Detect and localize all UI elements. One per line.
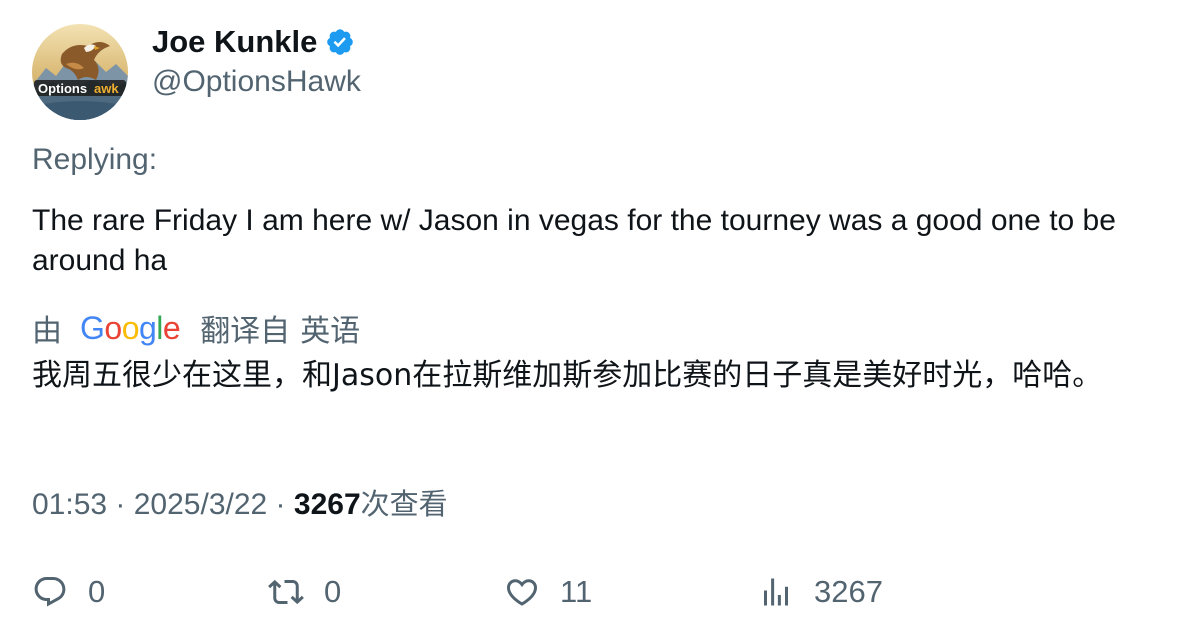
svg-text:Options: Options <box>38 81 87 96</box>
translated-text: 我周五很少在这里，和Jason在拉斯维加斯参加比赛的日子真是美好时光，哈哈。 <box>32 358 1103 393</box>
meta-separator: · <box>267 488 294 521</box>
svg-text:awk: awk <box>94 81 119 96</box>
source-language: 英语 <box>300 314 361 349</box>
action-bar: 0 0 11 3267 <box>0 568 1196 616</box>
analytics-bar-chart-icon <box>764 578 788 606</box>
like-button[interactable]: 11 <box>504 568 592 616</box>
views-button[interactable]: 3267 <box>758 568 883 616</box>
views-label: 次查看 <box>360 487 448 521</box>
views-count[interactable]: 3267 <box>294 488 361 521</box>
meta-separator: · <box>107 488 134 521</box>
like-count: 11 <box>560 574 593 609</box>
author-handle[interactable]: @OptionsHawk <box>152 62 361 102</box>
views-action-count: 3267 <box>814 574 883 609</box>
reply-button[interactable]: 0 <box>32 568 105 616</box>
tweet-meta: 01:53 · 2025/3/22 · 3267次查看 <box>32 484 448 524</box>
retweet-icon <box>268 579 304 605</box>
replying-label: Replying: <box>32 143 158 176</box>
translation-by-label: 由 <box>32 314 62 349</box>
tweet-time[interactable]: 01:53 <box>32 488 107 521</box>
translated-from-label: 翻译自 <box>200 314 291 349</box>
hawk-logo-avatar-icon: Options awk <box>32 24 128 120</box>
google-logo[interactable]: Google <box>80 308 181 348</box>
tweet-date[interactable]: 2025/3/22 <box>134 488 267 521</box>
author-display-name[interactable]: Joe Kunkle <box>152 22 317 62</box>
author-name-row: Joe Kunkle <box>152 22 355 62</box>
tweet-text: The rare Friday I am here w/ Jason in ve… <box>32 204 1116 277</box>
verified-badge-icon[interactable] <box>325 27 355 57</box>
author-avatar[interactable]: Options awk <box>32 24 128 120</box>
retweet-button[interactable]: 0 <box>268 568 341 616</box>
heart-icon <box>506 579 538 606</box>
translation-attribution: 由 Google 翻译自 英语 <box>32 308 361 349</box>
reply-count: 0 <box>88 574 106 609</box>
reply-icon <box>34 577 66 607</box>
retweet-count: 0 <box>324 574 342 609</box>
